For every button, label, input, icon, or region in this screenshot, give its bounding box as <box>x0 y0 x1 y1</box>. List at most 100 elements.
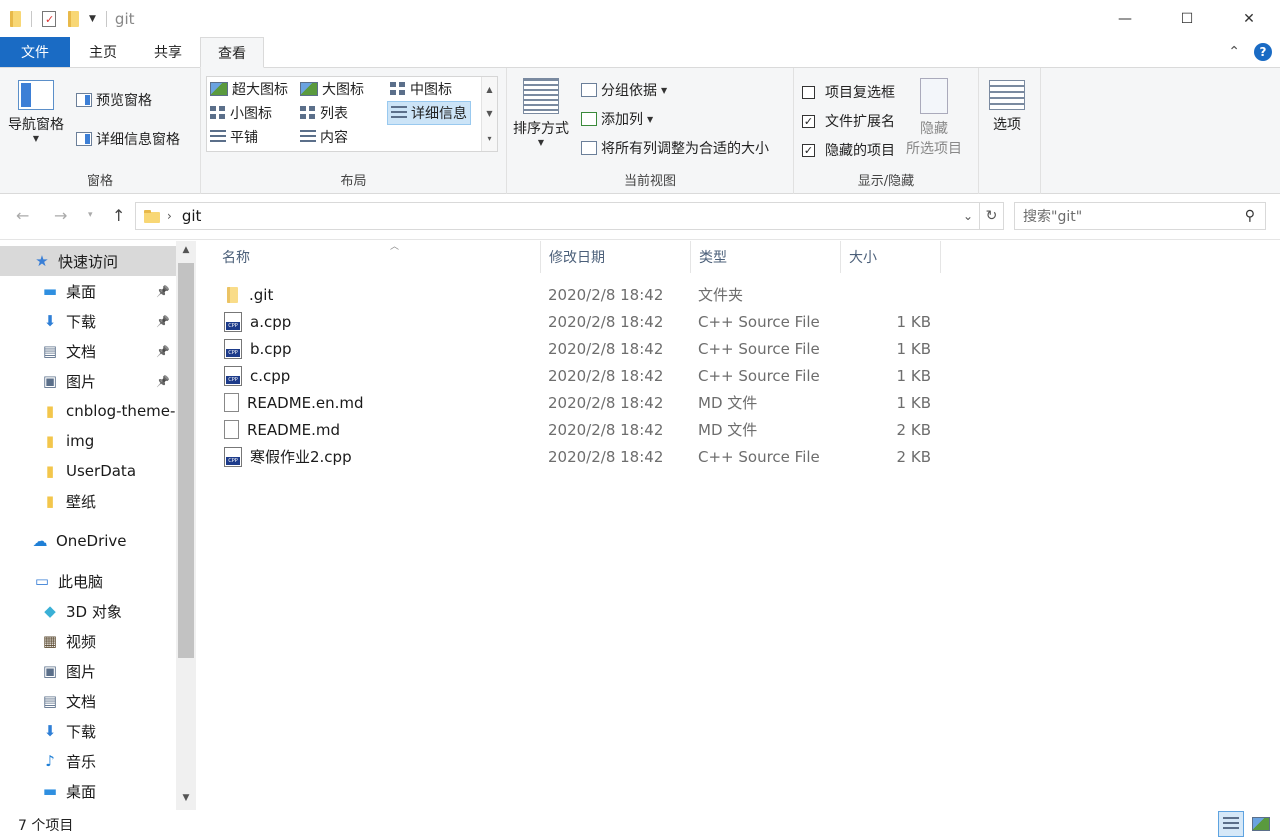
nav-item[interactable]: ▣ 图片 📌 <box>0 366 176 396</box>
nav-item[interactable]: ▮ cnblog-theme- <box>0 396 176 426</box>
layout-list[interactable]: 列表 <box>300 103 348 123</box>
file-row[interactable]: b.cpp 2020/2/8 18:42 C++ Source File 1 KB <box>220 335 1140 362</box>
nav-item[interactable]: ▭ 此电脑 <box>0 566 176 596</box>
back-arrow-icon[interactable]: ← <box>16 206 29 225</box>
breadcrumb-git[interactable]: git <box>182 207 202 225</box>
nav-item[interactable]: ▮ img <box>0 426 176 456</box>
layout-extra-large-icons[interactable]: 超大图标 <box>210 79 288 99</box>
nav-item[interactable]: ▮ 壁纸 <box>0 486 176 516</box>
layout-medium-icons[interactable]: 中图标 <box>390 79 452 99</box>
file-name-cell: b.cpp <box>224 338 292 359</box>
preview-pane-button[interactable]: 预览窗格 <box>76 90 152 110</box>
chevron-up-icon[interactable]: ▲ <box>486 85 492 94</box>
nav-pane-scrollbar[interactable]: ▲ ▼ <box>176 241 196 810</box>
search-icon[interactable]: ⚲ <box>1245 208 1255 224</box>
file-row[interactable]: c.cpp 2020/2/8 18:42 C++ Source File 1 KB <box>220 362 1140 389</box>
checkbox-file-extensions[interactable]: ✓ <box>802 114 815 128</box>
nav-item[interactable]: ▬ 桌面 <box>0 776 176 806</box>
file-name: b.cpp <box>250 339 292 358</box>
nav-item[interactable]: ☁ OneDrive <box>0 526 176 556</box>
recent-locations-icon[interactable]: ▾ <box>88 210 93 220</box>
details-view-button[interactable] <box>1218 811 1244 837</box>
nav-item-label: OneDrive <box>56 532 127 550</box>
nav-item[interactable]: ♪ 音乐 <box>0 746 176 776</box>
file-row[interactable]: 寒假作业2.cpp 2020/2/8 18:42 C++ Source File 2 … <box>220 443 1140 470</box>
layout-details[interactable]: 详细信息 <box>387 101 471 125</box>
scroll-down-icon[interactable]: ▼ <box>176 793 196 803</box>
pin-icon[interactable]: 📌 <box>156 285 170 298</box>
nav-item[interactable]: ◆ 3D 对象 <box>0 596 176 626</box>
column-header-date[interactable]: 修改日期 <box>541 241 691 273</box>
minimize-button[interactable]: — <box>1094 0 1156 38</box>
checkbox-item-checkboxes[interactable] <box>802 85 815 99</box>
nav-item[interactable]: ▮ UserData <box>0 456 176 486</box>
nav-pane-button[interactable]: 导航窗格 ▼ <box>8 80 64 143</box>
scrollbar-thumb[interactable] <box>178 263 194 658</box>
search-input[interactable]: 搜索"git" ⚲ <box>1014 202 1266 230</box>
options-button[interactable]: 选项 <box>989 80 1025 134</box>
properties-icon[interactable]: ✓ <box>42 11 56 27</box>
nav-item-label: 文档 <box>66 342 97 361</box>
column-header-name[interactable]: 名称 ︿ <box>214 241 541 273</box>
fit-columns-button[interactable]: 将所有列调整为合适的大小 <box>581 138 769 158</box>
item-checkboxes-toggle[interactable]: 项目复选框 <box>802 82 895 102</box>
file-size: 1 KB <box>896 393 931 412</box>
sort-by-button[interactable]: 排序方式 ▼ <box>513 78 569 147</box>
collapse-ribbon-icon[interactable]: ⌃ <box>1228 44 1240 60</box>
pin-icon[interactable]: 📌 <box>156 315 170 328</box>
desktop-icon: ▬ <box>42 282 58 300</box>
chevron-down-icon[interactable]: ▼ <box>486 109 492 118</box>
maximize-button[interactable]: ☐ <box>1156 0 1218 38</box>
tab-home[interactable]: 主页 <box>70 37 136 67</box>
nav-item[interactable]: ▬ 桌面 📌 <box>0 276 176 306</box>
tab-view[interactable]: 查看 <box>200 37 264 68</box>
address-box[interactable]: › git ⌄ <box>135 202 980 230</box>
help-icon[interactable]: ? <box>1254 43 1272 61</box>
nav-item[interactable]: ★ 快速访问 <box>0 246 176 276</box>
expand-gallery-icon[interactable]: ▾ <box>487 134 491 143</box>
layout-gallery-scroll[interactable]: ▲ ▼ ▾ <box>481 77 497 151</box>
pin-icon[interactable]: 📌 <box>156 375 170 388</box>
file-row[interactable]: .git 2020/2/8 18:42 文件夹 <box>220 281 1140 308</box>
add-column-button[interactable]: 添加列 ▼ <box>581 109 653 129</box>
tab-share[interactable]: 共享 <box>136 37 200 67</box>
nav-item[interactable]: ▣ 图片 <box>0 656 176 686</box>
up-arrow-icon[interactable]: ↑ <box>112 206 125 225</box>
layout-tiles[interactable]: 平铺 <box>210 127 258 147</box>
address-dropdown-icon[interactable]: ⌄ <box>963 209 973 223</box>
nav-item[interactable]: ⬇ 下载 📌 <box>0 306 176 336</box>
file-type: 文件夹 <box>698 286 744 304</box>
group-by-button[interactable]: 分组依据 ▼ <box>581 80 667 100</box>
nav-item[interactable]: ▤ 文档 <box>0 686 176 716</box>
nav-item[interactable]: ⬇ 下载 <box>0 716 176 746</box>
layout-label: 超大图标 <box>232 82 288 98</box>
checkbox-hidden-items[interactable]: ✓ <box>802 143 815 157</box>
details-pane-button[interactable]: 详细信息窗格 <box>76 129 180 149</box>
scroll-up-icon[interactable]: ▲ <box>176 245 196 255</box>
nav-item[interactable]: ▤ 文档 📌 <box>0 336 176 366</box>
new-folder-icon[interactable] <box>68 11 79 27</box>
file-row[interactable]: README.md 2020/2/8 18:42 MD 文件 2 KB <box>220 416 1140 443</box>
column-header-type[interactable]: 类型 <box>691 241 841 273</box>
forward-arrow-icon[interactable]: → <box>54 206 67 225</box>
nav-item[interactable]: ▦ 视频 <box>0 626 176 656</box>
folder-icon <box>10 11 21 27</box>
file-name: c.cpp <box>250 366 291 385</box>
breadcrumb-separator-icon[interactable]: › <box>167 209 172 223</box>
pin-icon[interactable]: 📌 <box>156 345 170 358</box>
layout-large-icons[interactable]: 大图标 <box>300 79 364 99</box>
hide-selected-button[interactable]: 隐藏 所选项目 <box>906 78 962 158</box>
file-extensions-toggle[interactable]: ✓ 文件扩展名 <box>802 111 895 131</box>
close-button[interactable]: ✕ <box>1218 0 1280 38</box>
customize-toolbar-icon[interactable]: ▼ <box>89 14 96 24</box>
tab-file[interactable]: 文件 <box>0 37 70 67</box>
large-icons-view-button[interactable] <box>1248 811 1274 837</box>
refresh-button[interactable]: ↻ <box>980 202 1004 230</box>
file-row[interactable]: a.cpp 2020/2/8 18:42 C++ Source File 1 KB <box>220 308 1140 335</box>
layout-small-icons[interactable]: 小图标 <box>210 103 272 123</box>
hidden-items-toggle[interactable]: ✓ 隐藏的项目 <box>802 140 895 160</box>
layout-content[interactable]: 内容 <box>300 127 348 147</box>
file-row[interactable]: README.en.md 2020/2/8 18:42 MD 文件 1 KB <box>220 389 1140 416</box>
column-header-size[interactable]: 大小 <box>841 241 941 273</box>
ribbon-tabs: 文件 主页 共享 查看 ⌃ ? <box>0 37 1280 68</box>
